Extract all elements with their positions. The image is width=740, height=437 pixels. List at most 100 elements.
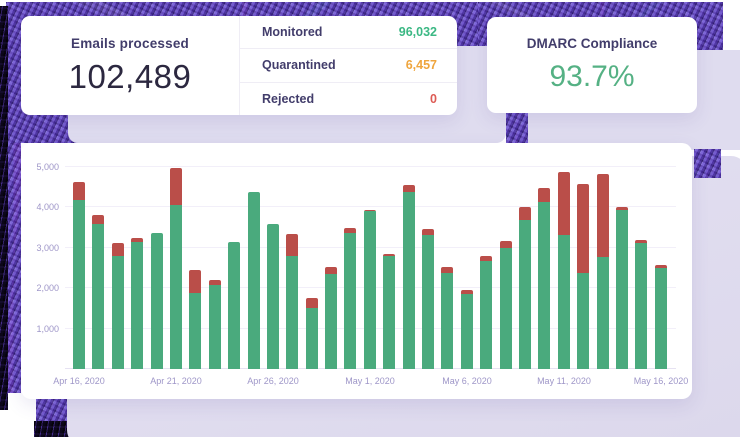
bar — [655, 265, 667, 369]
bar — [189, 270, 201, 369]
rejected-label: Rejected — [262, 92, 314, 106]
bar-segment-green — [461, 294, 473, 369]
stacked-bar-chart: 1,0002,0003,0004,0005,000Apr 16, 2020Apr… — [65, 167, 676, 369]
bar — [248, 192, 260, 369]
bar-segment-green — [73, 200, 85, 369]
bar-segment-red — [538, 188, 550, 201]
bar-segment-green — [189, 293, 201, 369]
bar-segment-green — [151, 233, 163, 369]
bar-segment-red — [170, 168, 182, 205]
bar — [519, 207, 531, 369]
bar-segment-red — [403, 185, 415, 192]
bar-segment-green — [383, 256, 395, 369]
bar — [616, 207, 628, 369]
stat-row-rejected: Rejected 0 — [240, 82, 457, 115]
y-axis-tick-label: 2,000 — [23, 283, 59, 293]
bar — [500, 241, 512, 369]
bar-segment-green — [558, 235, 570, 369]
bar-segment-green — [655, 268, 667, 369]
bar — [403, 185, 415, 369]
bar-segment-green — [441, 273, 453, 369]
bar — [112, 243, 124, 369]
bar — [558, 172, 570, 369]
bar-segment-red — [558, 172, 570, 235]
bar-segment-red — [306, 298, 318, 307]
bar-segment-green — [635, 243, 647, 369]
bar — [383, 254, 395, 369]
email-stats-pane: Monitored 96,032 Quarantined 6,457 Rejec… — [239, 16, 457, 115]
bar — [306, 298, 318, 369]
bar — [538, 188, 550, 369]
x-axis-tick-label: May 6, 2020 — [442, 376, 492, 386]
bar-segment-green — [616, 210, 628, 369]
x-axis-tick-label: May 16, 2020 — [634, 376, 689, 386]
bar — [170, 168, 182, 369]
bar-segment-green — [92, 224, 104, 369]
bar-segment-green — [325, 274, 337, 369]
emails-processed-pane: Emails processed 102,489 — [21, 16, 239, 115]
bar-segment-red — [189, 270, 201, 293]
bar — [635, 240, 647, 369]
bar-segment-green — [170, 205, 182, 369]
bar-segment-green — [403, 192, 415, 369]
bar-segment-red — [500, 241, 512, 249]
bar-segment-red — [73, 182, 85, 200]
bar — [151, 233, 163, 369]
x-axis-tick-label: May 11, 2020 — [537, 376, 591, 386]
dmarc-compliance-value: 93.7% — [549, 60, 634, 94]
bar-segment-red — [577, 184, 589, 273]
bar — [364, 210, 376, 369]
summary-card: Emails processed 102,489 Monitored 96,03… — [21, 16, 457, 115]
monitored-value: 96,032 — [399, 25, 437, 39]
bar — [228, 242, 240, 369]
glitch-patch-chart-corner — [694, 149, 721, 178]
rejected-value: 0 — [430, 92, 437, 106]
bar — [325, 267, 337, 369]
bar-segment-green — [209, 285, 221, 369]
chart-card: 1,0002,0003,0004,0005,000Apr 16, 2020Apr… — [21, 143, 692, 399]
email-security-dashboard: Emails processed 102,489 Monitored 96,03… — [0, 0, 740, 437]
glitch-patch-below-dmarc — [506, 110, 528, 145]
emails-processed-value: 102,489 — [69, 58, 192, 96]
bar — [344, 228, 356, 369]
bar — [480, 256, 492, 369]
x-axis-tick-label: Apr 26, 2020 — [247, 376, 299, 386]
x-axis-tick-label: Apr 21, 2020 — [150, 376, 202, 386]
bar-segment-red — [92, 215, 104, 224]
bar-segment-green — [112, 256, 124, 369]
bar-segment-red — [325, 267, 337, 274]
dmarc-compliance-label: DMARC Compliance — [527, 36, 658, 51]
bar-segment-green — [538, 202, 550, 369]
bar-segment-red — [597, 174, 609, 257]
quarantined-label: Quarantined — [262, 58, 336, 72]
glitch-dark-bottom — [34, 421, 70, 437]
bar — [461, 290, 473, 369]
bar — [597, 174, 609, 369]
y-axis-tick-label: 1,000 — [23, 324, 59, 334]
bar — [441, 267, 453, 369]
bar — [267, 224, 279, 369]
y-axis-tick-label: 4,000 — [23, 202, 59, 212]
bar — [209, 280, 221, 369]
bar-segment-green — [500, 248, 512, 369]
bar — [422, 229, 434, 369]
bar-segment-red — [519, 207, 531, 220]
bar-segment-green — [480, 261, 492, 369]
bar-segment-red — [112, 243, 124, 256]
bar-segment-green — [286, 256, 298, 369]
bar — [92, 215, 104, 369]
bar — [286, 234, 298, 369]
bar — [131, 238, 143, 369]
bar-segment-green — [248, 192, 260, 369]
y-axis-tick-label: 3,000 — [23, 243, 59, 253]
bar-segment-green — [306, 308, 318, 369]
bars-container — [73, 167, 667, 369]
bar-segment-red — [286, 234, 298, 256]
bar-segment-green — [267, 224, 279, 369]
quarantined-value: 6,457 — [406, 58, 437, 72]
stat-row-quarantined: Quarantined 6,457 — [240, 48, 457, 81]
emails-processed-label: Emails processed — [71, 36, 189, 51]
bar-segment-green — [228, 242, 240, 369]
bar-segment-green — [577, 273, 589, 369]
bar-segment-green — [519, 220, 531, 369]
